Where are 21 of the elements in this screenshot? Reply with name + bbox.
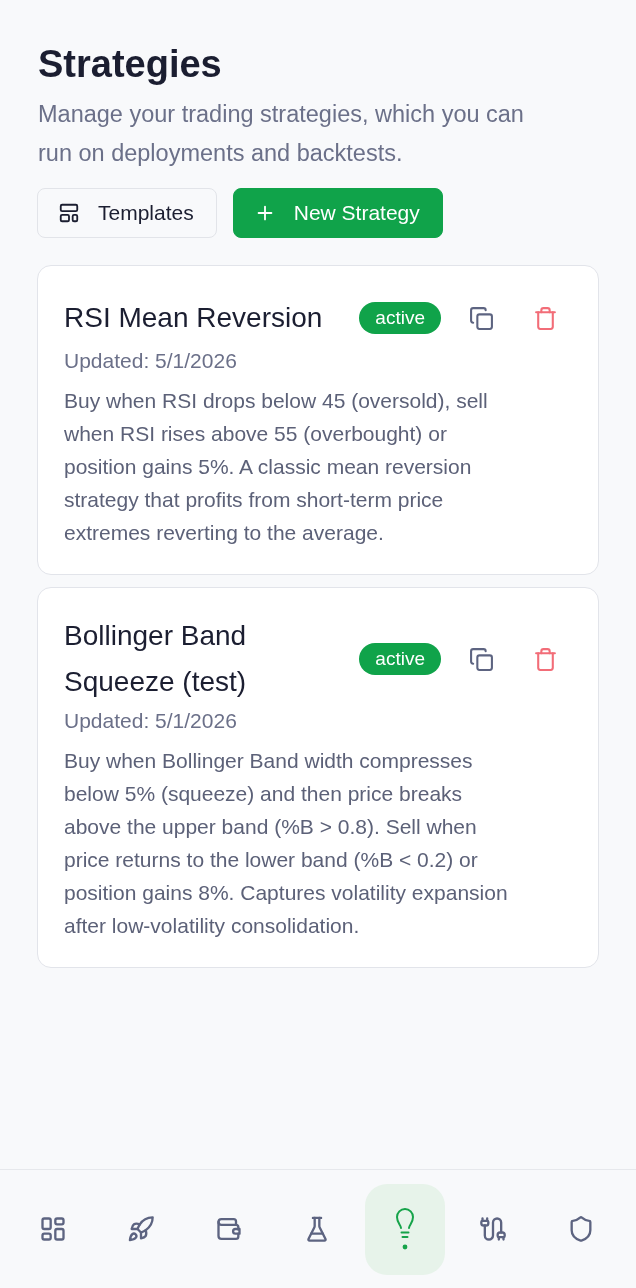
- grid-icon: [39, 1215, 67, 1243]
- page-title: Strategies: [38, 42, 223, 87]
- layout-icon: [58, 202, 80, 224]
- plug-icon: [479, 1215, 507, 1243]
- trash-icon: [532, 646, 558, 672]
- wallet-icon: [215, 1215, 243, 1243]
- rocket-icon: [127, 1215, 155, 1243]
- lightbulb-icon: [395, 1207, 415, 1251]
- copy-icon: [468, 305, 494, 331]
- strategy-description: Buy when RSI drops below 45 (oversold), sell when RSI rises above 55 (overbought) or position gains 5%. A classic mean reversion strategy that profits from short-term price extremes reverting to the average.: [64, 388, 489, 546]
- status-badge: active: [359, 302, 441, 334]
- strategy-description: Buy when Bollinger Band width compresses below 5% (squeeze) and then price breaks above the upper band (%B > 0.8). Sell when price returns to the lower band (%B < 0.2) or position gains 8%. Captures volatility expansion after low-volatility consolidation.: [64, 748, 509, 939]
- copy-icon: [468, 646, 494, 672]
- updated-date: Updated: 5/1/2026: [64, 348, 238, 374]
- updated-date: Updated: 5/1/2026: [64, 708, 238, 734]
- page-subtitle: Manage your trading strategies, which you can run on deployments and backtests.: [38, 100, 525, 168]
- templates-button[interactable]: Templates: [37, 188, 217, 238]
- status-badge: active: [359, 643, 441, 675]
- trash-icon: [532, 305, 558, 331]
- strategy-name: RSI Mean Reversion: [64, 301, 324, 335]
- strategy-name: Bollinger Band Squeeze (test): [64, 619, 248, 699]
